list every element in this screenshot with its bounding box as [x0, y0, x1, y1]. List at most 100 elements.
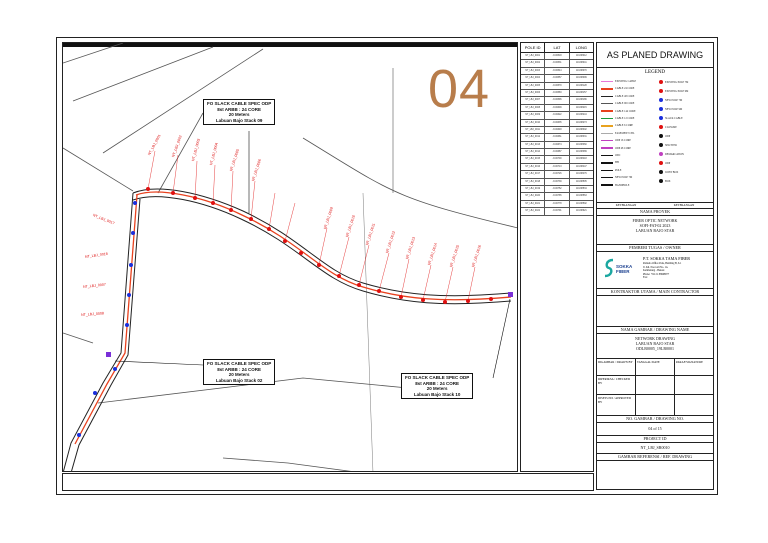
label-leaders: [147, 150, 476, 303]
signoff-date-label: TANGGAL/DATE: [636, 359, 675, 375]
legend-label: EXISTING POLE 7M: [665, 80, 689, 84]
table-cell: NT_LBJ_0013: [521, 141, 546, 149]
table-cell: NT_LBJ_0012: [521, 134, 546, 141]
legend-label: CABLE 48 CORE: [615, 94, 635, 98]
table-cell: -8.49661: [545, 134, 570, 141]
legend-item: ODP: [659, 161, 670, 165]
signoff-table: DIGAMBAR / DRAWN BY TANGGAL/DATE PARAF/S…: [597, 358, 713, 416]
contractor-header: KONTRAKTOR UTAMA / MAIN CONTRACTOR: [597, 288, 713, 296]
legend-swatch: [601, 117, 613, 120]
legend-item: NEW POLE 9M: [659, 107, 682, 111]
legend-label: ODP 16 CORE: [615, 139, 631, 143]
table-cell: 119.88099: [575, 77, 587, 80]
legend-symbol: [659, 125, 663, 129]
table-row: NT_LBJ_0005 -8.49570 119.88128: [521, 82, 593, 90]
callout-3-line-4: Labuan Bajo Stack 10: [413, 391, 461, 397]
callout-3-line-1: FO SLACK CABLE SPEC ODP: [405, 375, 470, 380]
table-cell: NT_LBJ_0011: [521, 126, 546, 134]
legend-label: EXISTING POLE 9M: [665, 89, 689, 93]
project-name-block: FIBER OPTIC NETWORK SOFI-FAT-02 2023 LAB…: [597, 216, 713, 244]
callout-2-line-4: Labuan Bajo Stack 02: [215, 377, 263, 383]
cable-route-side: [74, 194, 138, 445]
road-10: [63, 332, 94, 344]
signoff-checked-label: DIPERIKSA / CHECKED BY: [597, 376, 636, 394]
project-id: NT_LBJ_SR0010: [640, 445, 670, 450]
legend-swatch: [601, 80, 613, 83]
legend-swatch: [601, 88, 613, 90]
legend-label: EXISTING CABLE: [615, 80, 637, 83]
legend-header: LEGEND: [645, 70, 665, 75]
owner-name: P.T. SOKKA TAMA FIBER: [643, 256, 691, 261]
legend-footer: KETERANGAN KETERANGAN: [597, 202, 713, 207]
table-cell: NT_LBJ_0017: [521, 171, 546, 178]
legend-footer-left: KETERANGAN: [615, 203, 637, 207]
signoff-row: DIPERIKSA / CHECKED BY: [597, 376, 713, 395]
table-cell: 119.88534: [575, 188, 587, 191]
table-cell: 119.88447: [575, 165, 587, 168]
legend-item: CLOSURE: [659, 125, 677, 129]
callout-slack-cable-1: FO SLACK CABLE SPEC ODP 8st ARBB : 24 CO…: [203, 99, 276, 126]
drawing-title: AS PLANED DRAWING: [597, 43, 713, 68]
poles-main: [146, 187, 493, 304]
legend-label: CABLE 12 CORE: [615, 117, 635, 120]
drawing-name-header: NAMA GAMBAR / DRAWING NAME: [597, 326, 713, 334]
drawing-no: 04 of 15: [648, 426, 662, 431]
legend-item: ODP: [659, 134, 670, 138]
table-cell: -8.49635: [545, 119, 570, 126]
pole-table-rows: NT_LBJ_0001 -8.49518 119.88012 NT_LBJ_0002-…: [521, 53, 593, 216]
odp-marker-2: [106, 352, 111, 357]
table-cell: -8.49739: [545, 178, 570, 186]
signoff-drawn-label: DIGAMBAR / DRAWN BY: [597, 359, 636, 375]
legend-swatch: [601, 110, 613, 112]
table-row: NT_LBJ_0006 -8.49583 119.88157: [521, 89, 593, 98]
table-row: NT_LBJ_0015 -8.49700 119.88418: [521, 156, 593, 164]
owner-block: SOKKA FIBER P.T. SOKKA TAMA FIBER Pemuda…: [597, 252, 713, 288]
table-cell: -8.49609: [545, 104, 570, 112]
table-cell: NT_LBJ_0019: [521, 186, 546, 193]
legend-item: ODP 16 CORE: [601, 139, 631, 142]
table-cell: NT_LBJ_0014: [521, 149, 546, 156]
table-row: NT_LBJ_0008 -8.49609 119.88215: [521, 104, 593, 113]
table-cell: -8.49583: [545, 89, 570, 97]
legend-item: ODP 48 CORE: [601, 147, 631, 150]
table-cell: NT_LBJ_0007: [521, 97, 546, 104]
legend-label: CABLE 24 CORE: [615, 87, 635, 91]
legend-symbol: [659, 80, 663, 84]
table-cell: 119.88563: [575, 195, 587, 198]
reference-header: GAMBAR REFERENSI / REF. DRAWING: [597, 453, 713, 461]
project-id-header: PROJECT ID: [597, 435, 713, 443]
legend-item: POLE: [601, 169, 621, 172]
legend-label: BOX: [665, 179, 671, 183]
table-row: NT_LBJ_0010 -8.49635 119.88273: [521, 119, 593, 127]
legend-item: EXISTING POLE 9M: [659, 89, 688, 93]
table-cell: -8.49557: [545, 75, 570, 82]
main-road-upper: [132, 188, 512, 297]
odp-marker: [508, 292, 513, 297]
table-cell: NT_LBJ_0002: [521, 60, 546, 67]
table-cell: 119.88041: [575, 62, 587, 65]
table-cell: NT_LBJ_0016: [521, 163, 546, 171]
table-cell: 119.88070: [575, 69, 587, 72]
callout-1-line-4: Labuan Bajo Stack 09: [215, 117, 263, 123]
table-cell: 119.88302: [575, 128, 587, 131]
owner-logo-text: SOKKA FIBER: [616, 264, 633, 274]
table-row: NT_LBJ_0003 -8.49544 119.88070: [521, 67, 593, 76]
table-cell: 119.88128: [575, 84, 587, 87]
pole-table-header: POLE ID LAT LONG: [521, 43, 593, 53]
legend-swatch: [601, 147, 613, 149]
table-cell: NT_LBJ_0021: [521, 200, 546, 208]
legend-item: HH: [601, 161, 619, 164]
table-row: NT_LBJ_0011 -8.49648 119.88302: [521, 126, 593, 135]
callout-1-line-1: FO SLACK CABLE SPEC ODP: [207, 101, 272, 106]
legend: LEGEND EXISTING CABLE CABLE 24 CORE CABLE …: [597, 68, 713, 209]
table-cell: -8.49531: [545, 60, 570, 67]
owner-header: PEMBERI TUGAS / OWNER: [597, 244, 713, 252]
legend-item: EASEMENT CBL: [601, 132, 634, 135]
legend-label: DEMARCATION: [665, 152, 684, 156]
drawing-name-block: NETWORK DRAWING LABUAN BAJO STAR ODLB000…: [597, 334, 713, 358]
header-pole-id: POLE ID: [521, 43, 546, 52]
legend-symbol: [659, 161, 663, 165]
table-cell: -8.49622: [545, 112, 570, 119]
legend-label: NEW POLE 7M: [665, 98, 683, 102]
header-long: LONG: [575, 45, 587, 50]
